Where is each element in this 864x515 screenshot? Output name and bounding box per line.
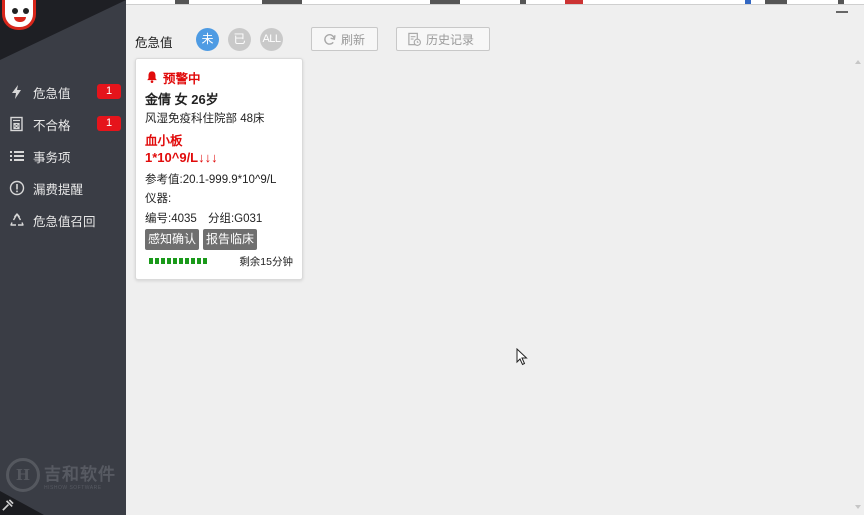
brand-mark: H: [6, 458, 40, 492]
sidebar-item-unqualified[interactable]: 不合格 1: [0, 108, 126, 140]
progress-segment: [161, 258, 165, 264]
list-icon: [8, 147, 26, 165]
brand-tagline: HISHOW SOFTWARE: [44, 484, 102, 491]
sample-group: 分组:G031: [207, 213, 263, 225]
test-item-value: 1*10^9/L↓↓↓: [145, 150, 218, 165]
sidebar-item-missed-fee[interactable]: 漏费提醒: [0, 172, 126, 204]
mouse-cursor-icon: [516, 348, 528, 366]
sidebar-item-label: 事务项: [33, 150, 71, 165]
lightning-icon: [8, 83, 26, 101]
progress-segment: [197, 258, 201, 264]
main-panel: 危急值 未 已 ALL 刷新 历史记录 预警中 金倩 女 26岁 风湿免疫科住院…: [126, 5, 864, 515]
progress-segment: [149, 258, 153, 264]
sidebar: 危急值 1 不合格 1 事务项 漏费提醒 危急值召回 H 吉和软件 HISHOW…: [0, 0, 126, 515]
alert-status: 预警中: [145, 69, 293, 86]
history-button[interactable]: 历史记录: [396, 27, 490, 51]
device-label: 仪器:: [145, 193, 172, 205]
page-title: 危急值: [135, 36, 173, 50]
sidebar-item-label: 漏费提醒: [33, 182, 84, 197]
progress-segment: [191, 258, 195, 264]
brand-name: 吉和软件: [44, 464, 116, 485]
sidebar-item-label: 危急值: [33, 86, 71, 101]
report-clinic-button[interactable]: 报告临床: [203, 229, 258, 250]
alert-status-text: 预警中: [163, 71, 201, 86]
department-bed: 风湿免疫科住院部 48床: [145, 113, 265, 125]
vertical-scrollbar[interactable]: [852, 55, 864, 515]
sample-number: 编号:4035: [145, 213, 197, 225]
bell-icon: [147, 71, 157, 83]
history-label: 历史记录: [426, 32, 475, 47]
critical-value-card: 预警中 金倩 女 26岁 风湿免疫科住院部 48床 血小板 1*10^9/L↓↓…: [135, 58, 303, 280]
rejected-document-icon: [8, 115, 26, 133]
progress-segment: [203, 258, 207, 264]
recycle-icon: [8, 211, 26, 229]
sidebar-item-critical-values[interactable]: 危急值 1: [0, 76, 126, 108]
scroll-down-arrow-icon[interactable]: [855, 505, 861, 509]
count-badge: 1: [97, 84, 121, 99]
minimize-button[interactable]: [836, 11, 848, 13]
progress-segment: [167, 258, 171, 264]
history-icon: [408, 32, 421, 46]
brand-logo: H 吉和软件 HISHOW SOFTWARE: [6, 458, 116, 492]
countdown: 剩余15分钟: [145, 255, 293, 268]
refresh-label: 刷新: [341, 32, 366, 47]
scroll-up-arrow-icon[interactable]: [855, 60, 861, 64]
countdown-progress-bar: [149, 258, 207, 264]
test-item-name: 血小板: [145, 134, 183, 148]
progress-segment: [185, 258, 189, 264]
remaining-time: 剩余15分钟: [239, 255, 293, 268]
sidebar-nav: 危急值 1 不合格 1 事务项 漏费提醒 危急值召回: [0, 76, 126, 236]
toolbar: 危急值 未 已 ALL 刷新 历史记录: [126, 5, 864, 55]
reference-range: 参考值:20.1-999.9*10^9/L: [145, 174, 277, 186]
tools-icon[interactable]: [1, 499, 14, 512]
filter-unprocessed-button[interactable]: 未: [196, 28, 219, 51]
acknowledge-button[interactable]: 感知确认: [145, 229, 200, 250]
refresh-button[interactable]: 刷新: [311, 27, 378, 51]
card-actions: 感知确认 报告临床: [145, 229, 293, 250]
progress-segment: [179, 258, 183, 264]
sidebar-item-tasks[interactable]: 事务项: [0, 140, 126, 172]
sample-codes: 编号:4035 分组:G031: [145, 210, 293, 226]
count-badge: 1: [97, 116, 121, 131]
patient-info: 金倩 女 26岁: [145, 92, 219, 107]
filter-processed-button[interactable]: 已: [228, 28, 251, 51]
sidebar-item-label: 不合格: [33, 118, 71, 133]
filter-all-button[interactable]: ALL: [260, 28, 283, 51]
progress-segment: [155, 258, 159, 264]
mascot-logo: [2, 0, 36, 30]
sidebar-item-critical-recall[interactable]: 危急值召回: [0, 204, 126, 236]
progress-segment: [173, 258, 177, 264]
sidebar-item-label: 危急值召回: [33, 214, 96, 229]
refresh-icon: [324, 33, 336, 45]
exclamation-circle-icon: [8, 179, 26, 197]
